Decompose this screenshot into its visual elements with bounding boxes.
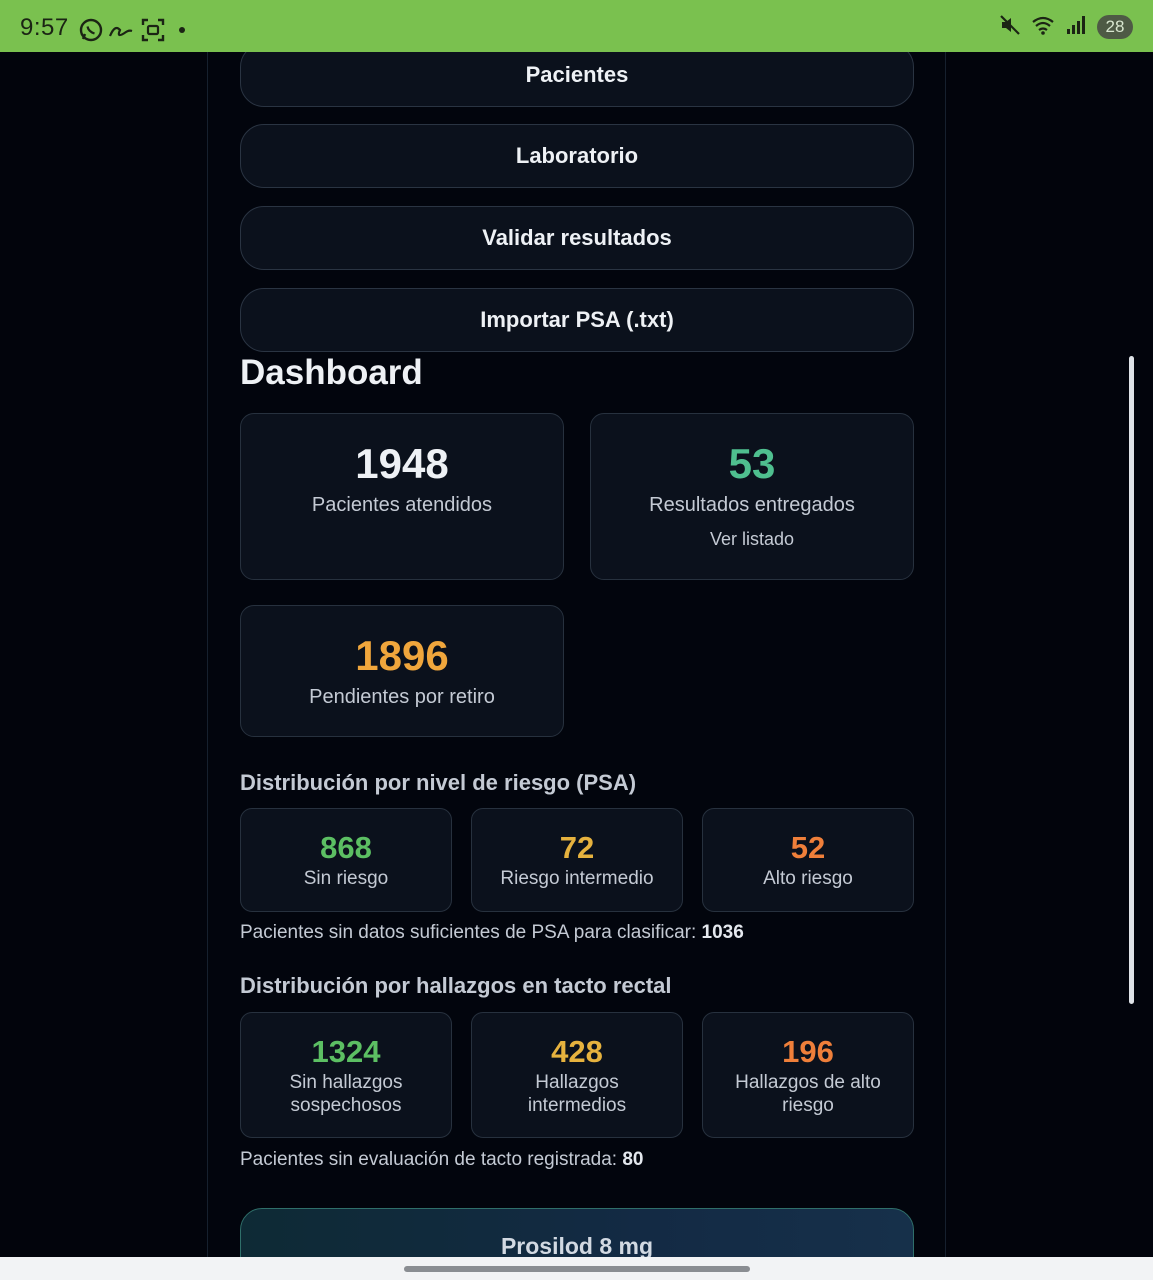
stat-value: 53 bbox=[728, 440, 776, 487]
laboratorio-button[interactable]: Laboratorio bbox=[240, 124, 914, 188]
tacto-value: 196 bbox=[782, 1034, 834, 1069]
stat-card-pendientes-retiro: 1896 Pendientes por retiro bbox=[240, 605, 564, 737]
risk-card-intermedio: 72 Riesgo intermedio bbox=[471, 808, 683, 912]
tacto-value: 428 bbox=[551, 1034, 603, 1069]
promo-banner[interactable]: Prosilod 8 mg bbox=[240, 1208, 914, 1257]
tacto-label: Hallazgos de alto riesgo bbox=[735, 1072, 881, 1116]
page-scrollbar[interactable] bbox=[1129, 356, 1134, 1004]
stat-label: Resultados entregados bbox=[649, 494, 855, 516]
risk-card-alto: 52 Alto riesgo bbox=[702, 808, 914, 912]
tacto-card-alto-riesgo: 196 Hallazgos de alto riesgo bbox=[702, 1012, 914, 1138]
risk-note-text: Pacientes sin datos suficientes de PSA p… bbox=[240, 922, 702, 943]
risk-note: Pacientes sin datos suficientes de PSA p… bbox=[240, 922, 744, 944]
dot-icon bbox=[176, 17, 188, 48]
stat-card-resultados-entregados[interactable]: 53 Resultados entregados Ver listado bbox=[590, 413, 914, 580]
gesture-handle[interactable] bbox=[404, 1266, 750, 1272]
tacto-note: Pacientes sin evaluación de tacto regist… bbox=[240, 1149, 643, 1171]
app-content: Pacientes Laboratorio Validar resultados… bbox=[207, 52, 946, 1257]
stat-card-pacientes-atendidos: 1948 Pacientes atendidos bbox=[240, 413, 564, 580]
ver-listado-link[interactable]: Ver listado bbox=[591, 529, 913, 550]
mute-icon bbox=[999, 14, 1021, 41]
battery-icon: 28 bbox=[1097, 15, 1133, 39]
tacto-card-sin-hallazgos: 1324 Sin hallazgos sospechosos bbox=[240, 1012, 452, 1138]
tacto-note-value: 80 bbox=[622, 1149, 644, 1170]
promo-label: Prosilod 8 mg bbox=[500, 1233, 654, 1257]
signature-app-icon bbox=[108, 17, 134, 48]
tacto-label: Sin hallazgos sospechosos bbox=[289, 1072, 403, 1116]
risk-value: 72 bbox=[559, 830, 595, 865]
importar-psa-button[interactable]: Importar PSA (.txt) bbox=[240, 288, 914, 352]
tacto-section-title: Distribución por hallazgos en tacto rect… bbox=[240, 973, 672, 998]
risk-value: 52 bbox=[790, 830, 826, 865]
risk-value: 868 bbox=[320, 830, 372, 865]
stat-label: Pendientes por retiro bbox=[309, 686, 495, 708]
status-bar: 9:57 28 bbox=[0, 0, 1153, 52]
tacto-card-intermedios: 428 Hallazgos intermedios bbox=[471, 1012, 683, 1138]
risk-note-value: 1036 bbox=[701, 922, 744, 943]
tacto-label: Hallazgos intermedios bbox=[527, 1072, 627, 1116]
stat-label: Pacientes atendidos bbox=[311, 494, 493, 516]
stat-value: 1896 bbox=[355, 632, 449, 679]
stat-value: 1948 bbox=[355, 440, 449, 487]
risk-label: Sin riesgo bbox=[303, 868, 389, 889]
dashboard-title: Dashboard bbox=[240, 353, 423, 392]
risk-section-title: Distribución por nivel de riesgo (PSA) bbox=[240, 770, 637, 795]
risk-card-sin-riesgo: 868 Sin riesgo bbox=[240, 808, 452, 912]
signal-icon bbox=[1065, 14, 1087, 41]
status-time: 9:57 bbox=[20, 14, 69, 41]
gesture-nav-bar bbox=[0, 1257, 1153, 1280]
screen-capture-icon bbox=[140, 17, 166, 48]
tacto-value: 1324 bbox=[311, 1034, 381, 1069]
validar-resultados-button[interactable]: Validar resultados bbox=[240, 206, 914, 270]
tacto-note-text: Pacientes sin evaluación de tacto regist… bbox=[240, 1149, 623, 1170]
whatsapp-icon bbox=[78, 17, 104, 48]
risk-label: Alto riesgo bbox=[763, 868, 853, 889]
risk-label: Riesgo intermedio bbox=[500, 868, 654, 889]
pacientes-button[interactable]: Pacientes bbox=[240, 52, 914, 107]
wifi-icon bbox=[1031, 14, 1055, 41]
